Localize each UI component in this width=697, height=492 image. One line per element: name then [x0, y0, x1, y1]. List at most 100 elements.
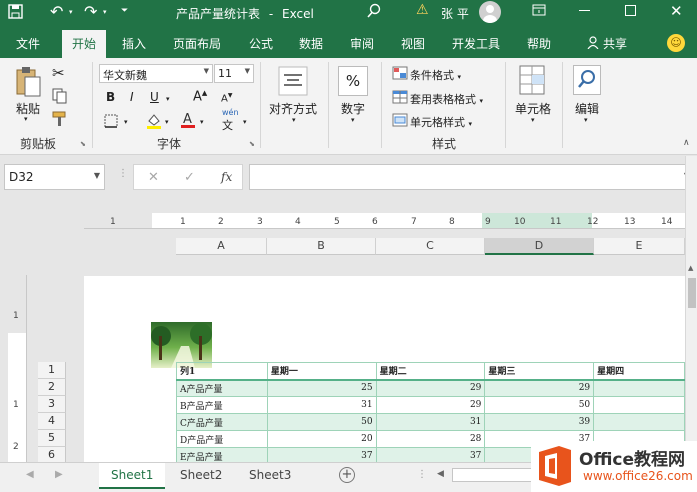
sheet-tab-2[interactable]: Sheet2 [168, 463, 234, 489]
font-name-box[interactable]: 华文新魏 ▼ [99, 64, 213, 83]
increase-font-button[interactable]: A▲ [193, 89, 207, 104]
undo-icon[interactable]: ↶ [50, 2, 63, 21]
column-header-d[interactable]: D [485, 238, 594, 255]
table-cell[interactable] [593, 396, 685, 414]
underline-dropdown-icon[interactable]: ▾ [166, 95, 170, 103]
ribbon-display-options-icon[interactable] [532, 3, 546, 20]
header-cell[interactable]: 星期二 [375, 362, 486, 381]
tab-developer[interactable]: 开发工具 [452, 35, 500, 52]
row-header-6[interactable]: 6 [38, 447, 66, 462]
table-cell[interactable]: 31 [375, 413, 486, 431]
paste-dropdown-icon[interactable]: ▾ [24, 115, 28, 123]
table-cell[interactable]: 31 [266, 396, 377, 414]
insert-function-icon[interactable]: fx [221, 170, 232, 184]
table-cell[interactable]: 50 [484, 396, 595, 414]
add-sheet-icon[interactable]: + [339, 467, 355, 483]
cells-dropdown-icon[interactable]: ▾ [531, 116, 535, 124]
vertical-scrollbar[interactable]: ▲ [685, 156, 697, 462]
table-cell[interactable]: C产品产量 [176, 413, 268, 431]
table-cell[interactable]: D产品产量 [176, 430, 268, 448]
table-cell[interactable]: 37 [375, 447, 486, 462]
enter-icon[interactable]: ✓ [184, 170, 195, 185]
scroll-up-icon[interactable]: ▲ [688, 264, 693, 272]
sheet-tab-3[interactable]: Sheet3 [237, 463, 303, 489]
undo-dropdown-icon[interactable]: ▾ [69, 8, 73, 16]
table-cell[interactable]: B产品产量 [176, 396, 268, 414]
share-button[interactable]: 共享 [603, 35, 627, 52]
table-cell[interactable]: 29 [375, 396, 486, 414]
scroll-thumb[interactable] [688, 278, 696, 308]
name-box[interactable]: D32 ▼ [4, 164, 105, 190]
row-header-2[interactable]: 2 [38, 379, 66, 396]
table-cell[interactable]: 50 [266, 413, 377, 431]
column-header-a[interactable]: A [176, 238, 267, 255]
tab-file[interactable]: 文件 [16, 35, 40, 52]
borders-dropdown-icon[interactable]: ▾ [124, 118, 128, 126]
smiley-feedback-icon[interactable]: ☺ [667, 34, 685, 52]
editing-dropdown-icon[interactable]: ▾ [584, 116, 588, 124]
cut-icon[interactable]: ✂ [52, 64, 65, 82]
maximize-icon[interactable] [625, 5, 636, 16]
row-header-5[interactable]: 5 [38, 430, 66, 447]
fill-color-icon[interactable] [146, 112, 162, 133]
tab-data[interactable]: 数据 [299, 35, 323, 52]
fill-color-dropdown-icon[interactable]: ▾ [165, 118, 169, 126]
share-icon[interactable] [587, 36, 599, 52]
row-header-1[interactable]: 1 [38, 362, 66, 379]
avatar[interactable] [479, 1, 501, 23]
cells-button[interactable]: 单元格 [515, 100, 551, 117]
format-as-table-button[interactable]: 套用表格格式 ▾ [410, 91, 483, 107]
cell-styles-button[interactable]: 单元格样式 ▾ [410, 114, 472, 130]
alignment-button[interactable]: 对齐方式 [269, 100, 317, 117]
tab-review[interactable]: 审阅 [350, 35, 374, 52]
header-cell[interactable]: 星期三 [484, 362, 595, 381]
number-format-button[interactable]: 数字 [341, 100, 365, 117]
bold-button[interactable]: B [106, 90, 115, 104]
collapse-ribbon-icon[interactable]: ∧ [683, 138, 690, 148]
scroll-tabs-left-icon[interactable]: ◀ [26, 469, 34, 480]
tab-page-layout[interactable]: 页面布局 [173, 35, 221, 52]
table-cell[interactable]: E产品产量 [176, 447, 268, 462]
redo-icon[interactable]: ↷ [84, 2, 97, 21]
column-header-c[interactable]: C [376, 238, 485, 255]
header-cell[interactable]: 列1 [176, 362, 268, 381]
copy-icon[interactable] [52, 88, 68, 107]
minimize-icon[interactable] [579, 10, 590, 11]
table-cell[interactable]: 29 [484, 379, 595, 397]
tab-help[interactable]: 帮助 [527, 35, 551, 52]
table-cell[interactable]: 37 [266, 447, 377, 462]
tab-home[interactable]: 开始 [62, 30, 107, 58]
format-painter-icon[interactable] [52, 111, 68, 130]
column-header-e[interactable]: E [594, 238, 685, 255]
sheet-tab-1[interactable]: Sheet1 [99, 463, 166, 489]
underline-button[interactable]: U [150, 90, 159, 104]
row-header-3[interactable]: 3 [38, 396, 66, 413]
user-name[interactable]: 张 平 [441, 5, 469, 22]
phonetic-dropdown-icon[interactable]: ▾ [243, 118, 247, 126]
italic-button[interactable]: I [130, 90, 134, 104]
decrease-font-button[interactable]: A▼ [221, 92, 232, 104]
hscroll-left-icon[interactable]: ◀ [437, 469, 444, 479]
table-cell[interactable]: 39 [484, 413, 595, 431]
cancel-icon[interactable]: ✕ [148, 170, 159, 185]
formula-input[interactable]: ▼ [249, 164, 694, 190]
table-cell[interactable]: 25 [266, 379, 377, 397]
clipboard-launcher-icon[interactable]: ⬊ [80, 140, 86, 148]
table-cell[interactable]: 29 [375, 379, 486, 397]
font-color-icon[interactable]: A [180, 111, 196, 132]
header-cell[interactable]: 星期一 [266, 362, 377, 381]
customize-qat-icon[interactable]: ⏷ [121, 6, 128, 16]
table-cell[interactable] [593, 379, 685, 397]
tab-formulas[interactable]: 公式 [249, 35, 273, 52]
borders-icon[interactable] [104, 114, 118, 131]
row-header-4[interactable]: 4 [38, 413, 66, 430]
table-cell[interactable]: A产品产量 [176, 379, 268, 397]
header-cell[interactable]: 星期四 [593, 362, 685, 381]
redo-dropdown-icon[interactable]: ▾ [103, 8, 107, 16]
font-launcher-icon[interactable]: ⬊ [249, 140, 255, 148]
warning-icon[interactable]: ⚠ [416, 2, 429, 18]
tab-split-icon[interactable]: ⋮ [417, 469, 427, 480]
horizontal-scrollbar[interactable] [452, 468, 532, 482]
conditional-formatting-button[interactable]: 条件格式 ▾ [410, 67, 461, 83]
drag-handle-icon[interactable]: ⋮ [118, 168, 128, 179]
